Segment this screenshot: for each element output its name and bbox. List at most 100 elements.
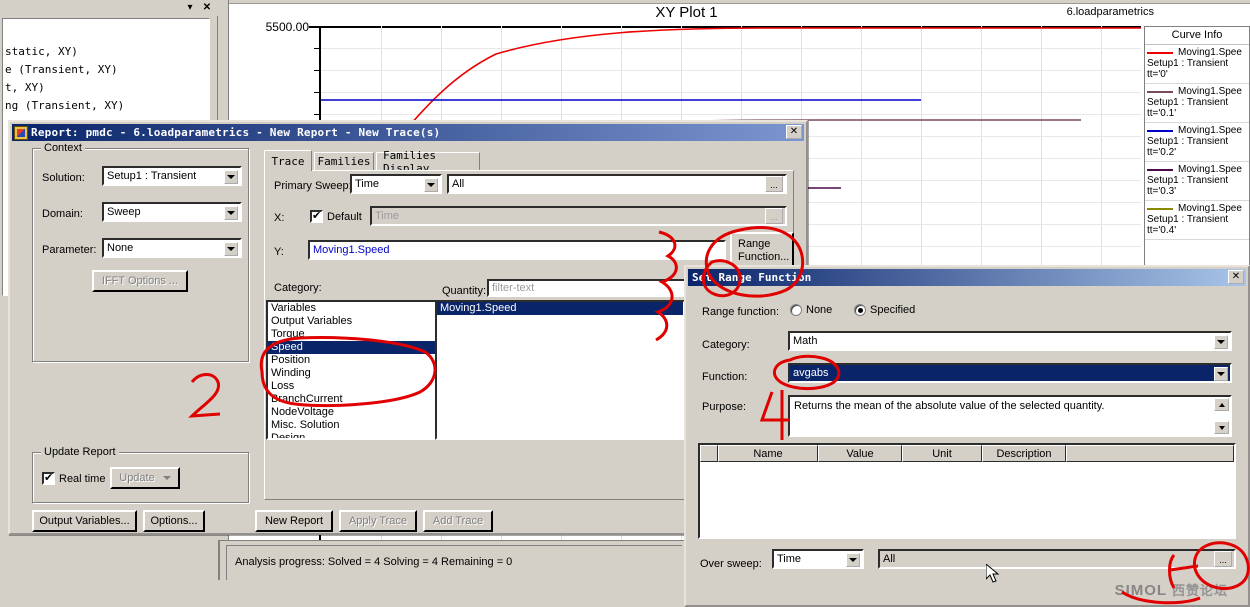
legend-entry: Moving1.Spee Setup1 : Transient tt='0.1' [1145,84,1249,123]
close-icon[interactable]: ✕ [786,125,802,139]
domain-combo[interactable]: Sweep [102,202,242,222]
legend-family: tt='0' [1147,69,1168,80]
tree-item[interactable]: t, XY) [3,79,209,97]
tab-families-display[interactable]: Families Display [376,149,480,175]
tab-families[interactable]: Families [314,152,374,170]
grid-col-filler [1066,445,1234,462]
list-item[interactable]: Position [268,354,441,367]
legend-color-swatch [1147,168,1173,171]
list-item[interactable]: Torque [268,328,441,341]
legend-entry: Moving1.Spee Setup1 : Transient tt='0.2' [1145,123,1249,162]
purpose-textarea[interactable]: Returns the mean of the absolute value o… [788,395,1232,437]
chevron-down-icon[interactable] [224,242,238,256]
scroll-up-icon[interactable] [1214,398,1229,411]
grid-col-unit[interactable]: Unit [902,445,982,462]
options-button[interactable]: Options... [143,510,205,532]
tree-item[interactable]: e (Transient, XY) [3,61,209,79]
parameter-grid[interactable]: Name Value Unit Description [698,443,1236,539]
update-button: Update [110,467,180,489]
list-item[interactable]: Variables [268,302,441,315]
range-none-radio[interactable]: None [790,304,832,316]
chevron-down-icon[interactable] [846,553,860,567]
new-report-button[interactable]: New Report [255,510,333,532]
set-range-function-dialog[interactable]: Set Range Function ✕ Range function: Non… [684,265,1250,607]
legend-series-name: Moving1.Spee [1178,164,1242,175]
legend-setup: Setup1 : Transient [1147,97,1229,108]
over-sweep-label: Over sweep: [700,558,762,570]
range-function-field-label: Function: [702,371,748,383]
close-icon[interactable]: ✕ [1228,270,1244,284]
purpose-text: Returns the mean of the absolute value o… [794,400,1105,412]
radio-icon-selected[interactable] [854,304,866,316]
over-sweep-browse-button[interactable]: ... [1214,551,1232,567]
report-dialog-titlebar[interactable]: Report: pmdc - 6.loadparametrics - New R… [12,124,804,141]
chevron-down-icon[interactable] [224,206,238,220]
range-dialog-titlebar[interactable]: Set Range Function ✕ [688,269,1246,286]
grid-col-value[interactable]: Value [818,445,902,462]
primary-sweep-range-value: All [452,178,465,190]
tree-item[interactable]: static, XY) [3,43,209,61]
legend-setup: Setup1 : Transient [1147,58,1229,69]
range-category-combo[interactable]: Math [788,331,1232,351]
quantity-filter-input[interactable]: filter-text [487,279,691,297]
x-default-checkbox[interactable]: Default [310,209,362,223]
range-none-label: None [806,304,833,316]
list-item[interactable]: Design [268,432,441,438]
close-icon[interactable]: ✕ [201,2,213,14]
over-sweep-range-field[interactable]: All [878,549,1236,569]
legend-setup: Setup1 : Transient [1147,175,1229,186]
analysis-progress-text: Analysis progress: Solved = 4 Solving = … [235,556,513,568]
tab-strip: Trace Families Families Display [264,149,794,175]
legend-series-name: Moving1.Spee [1178,86,1242,97]
watermark-chinese: 西赞论坛 [1171,583,1228,598]
scroll-down-icon[interactable] [1214,421,1229,434]
chevron-down-icon[interactable] [424,178,438,192]
over-sweep-combo[interactable]: Time [772,549,864,569]
output-variables-button[interactable]: Output Variables... [32,510,137,532]
list-item[interactable]: Loss [268,380,441,393]
tree-item[interactable]: ng (Transient, XY) [3,97,209,115]
tree-panel-titlebar: ▾ ✕ [0,0,218,16]
list-item-selected[interactable]: Moving1.Speed [437,302,683,315]
parameter-grid-header: Name Value Unit Description [700,445,1234,462]
grid-col-name[interactable]: Name [718,445,818,462]
grid-col-description[interactable]: Description [982,445,1066,462]
solution-label: Solution: [42,172,85,184]
chevron-down-icon[interactable] [1214,367,1228,381]
list-item[interactable]: NodeVoltage [268,406,441,419]
tab-trace[interactable]: Trace [264,150,312,171]
chevron-down-icon[interactable] [224,170,238,184]
checkbox-icon[interactable] [42,471,55,485]
quantity-listbox[interactable]: Moving1.Speed [435,300,685,440]
chevron-down-icon[interactable] [1214,335,1228,349]
update-report-groupbox-label: Update Report [41,446,119,458]
apply-trace-button: Apply Trace [339,510,417,532]
y-expression-field[interactable]: Moving1.Speed [308,240,726,260]
checkbox-icon[interactable] [310,209,323,223]
primary-sweep-label: Primary Sweep: [274,180,352,192]
solution-value: Setup1 : Transient [107,170,197,182]
watermark-latin: SIMOL [1114,582,1167,599]
real-time-checkbox[interactable]: Real time [42,471,105,485]
parameter-combo[interactable]: None [102,238,242,258]
range-specified-radio[interactable]: Specified [854,304,915,316]
x-label: X: [274,212,285,224]
list-item[interactable]: Output Variables [268,315,441,328]
parameter-label: Parameter: [42,244,97,256]
list-item[interactable]: Misc. Solution [268,419,441,432]
quantity-label: Quantity: [442,285,487,297]
legend-entry: Moving1.Spee Setup1 : Transient tt='0.3' [1145,162,1249,201]
primary-sweep-browse-button[interactable]: ... [765,176,783,192]
list-item[interactable]: Winding [268,367,441,380]
over-sweep-range-value: All [883,553,896,565]
category-listbox[interactable]: Variables Output Variables Torque Speed … [266,300,443,440]
list-item-selected[interactable]: Speed [268,341,441,354]
range-function-combo[interactable]: avgabs [788,363,1232,383]
list-item[interactable]: BranchCurrent [268,393,441,406]
primary-sweep-combo[interactable]: Time [350,174,442,194]
solution-combo[interactable]: Setup1 : Transient [102,166,242,186]
radio-icon[interactable] [790,304,802,316]
range-category-value: Math [793,335,818,347]
primary-sweep-range-field[interactable]: All [447,174,787,194]
chevron-down-icon[interactable]: ▾ [184,2,196,14]
